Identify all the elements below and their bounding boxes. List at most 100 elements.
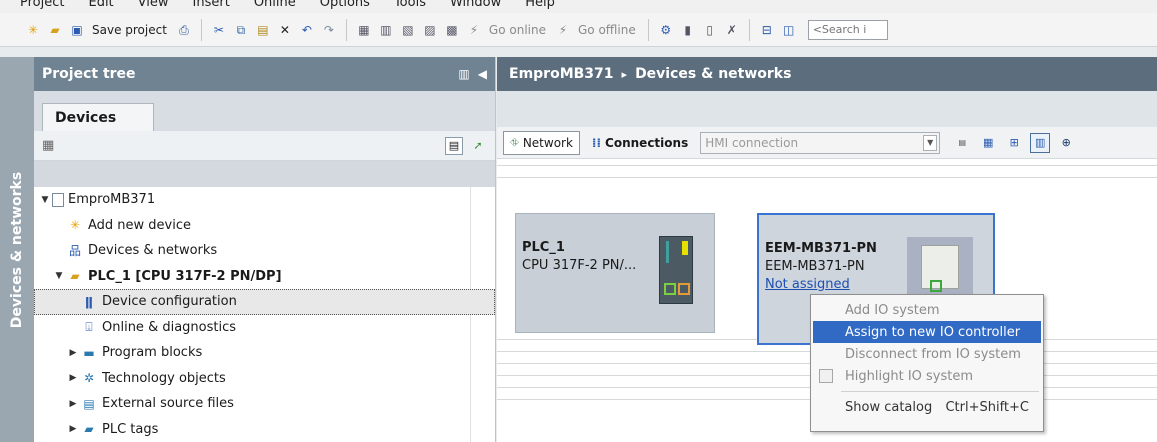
- save-icon[interactable]: ▣: [68, 21, 86, 39]
- menu-help[interactable]: Help: [525, 0, 555, 13]
- grid-view-icon[interactable]: ⊞: [1004, 133, 1024, 153]
- menu-item-disconnect-io-system[interactable]: Disconnect from IO system: [811, 343, 1043, 365]
- runtime-icon[interactable]: ▩: [443, 21, 461, 39]
- split-horizontal-icon[interactable]: ⊟: [758, 21, 776, 39]
- checkbox[interactable]: [819, 369, 833, 383]
- source-files-icon: ▤: [83, 396, 95, 411]
- menu-insert[interactable]: Insert: [193, 0, 230, 13]
- start-cpu-icon[interactable]: ▮: [679, 21, 697, 39]
- search-input[interactable]: [807, 19, 888, 40]
- device-type: EEM-MB371-PN: [765, 259, 865, 274]
- project-tree-tabs: Devices: [34, 91, 495, 131]
- menu-options[interactable]: Options: [320, 0, 370, 13]
- download-icon[interactable]: ▥: [377, 21, 395, 39]
- menu-online[interactable]: Online: [254, 0, 296, 13]
- toolbar-separator: [200, 18, 202, 41]
- undo-icon[interactable]: ↶: [298, 21, 316, 39]
- menu-item-add-io-system[interactable]: Add IO system: [811, 299, 1043, 321]
- menu-item-show-catalog[interactable]: Show catalog Ctrl+Shift+C: [811, 396, 1043, 418]
- simulation-icon[interactable]: ▨: [421, 21, 439, 39]
- menu-item-assign-new-io-controller[interactable]: Assign to new IO controller: [813, 321, 1041, 343]
- split-vertical-icon[interactable]: ◫: [780, 21, 798, 39]
- plc-folder-icon: ▰: [70, 269, 80, 284]
- go-offline-button[interactable]: Go offline: [578, 23, 636, 37]
- new-project-icon[interactable]: ✳: [24, 21, 42, 39]
- print-icon[interactable]: ⎙: [175, 21, 193, 39]
- network-overview-icon[interactable]: ▦: [978, 133, 998, 153]
- upload-icon[interactable]: ▧: [399, 21, 417, 39]
- tree-item-program-blocks[interactable]: ▶ ▬ Program blocks: [34, 340, 495, 366]
- toolbar-separator: [647, 18, 649, 41]
- go-online-button[interactable]: Go online: [489, 23, 546, 37]
- menu-tools[interactable]: Tools: [394, 0, 426, 13]
- chevron-down-icon[interactable]: ▼: [923, 134, 938, 151]
- menu-separator: [841, 391, 1039, 392]
- tree-item-devices-networks[interactable]: 品 Devices & networks: [34, 238, 495, 264]
- device-config-icon: ǁ: [85, 294, 93, 309]
- tree-item-add-new-device[interactable]: ✳ Add new device: [34, 213, 495, 239]
- device-name: PLC_1: [522, 240, 565, 255]
- collapsed-arrow-icon[interactable]: ▶: [66, 348, 80, 358]
- tree-item-plc1[interactable]: ▼ ▰ PLC_1 [CPU 317F-2 PN/DP]: [34, 264, 495, 290]
- zoom-in-icon[interactable]: ⊕: [1056, 133, 1076, 153]
- connection-type-select[interactable]: HMI connection ▼: [700, 131, 941, 154]
- connections-button[interactable]: ⁞⁞ Connections: [586, 131, 694, 155]
- diagnostics-icon: ⍗: [85, 319, 93, 334]
- project-tree-title: Project tree: [42, 66, 136, 82]
- menu-window[interactable]: Window: [450, 0, 501, 13]
- open-project-icon[interactable]: ▰: [46, 21, 64, 39]
- stop-cpu-icon[interactable]: ▯: [701, 21, 719, 39]
- breadcrumb-project[interactable]: EmproMB371: [509, 66, 614, 82]
- show-names-icon[interactable]: ▤: [952, 133, 972, 153]
- tree-item-external-source-files[interactable]: ▶ ▤ External source files: [34, 391, 495, 417]
- tab-devices[interactable]: Devices: [42, 103, 154, 131]
- device-name: EEM-MB371-PN: [765, 241, 877, 256]
- editor-header-band: [497, 91, 1157, 127]
- menu-item-highlight-io-system[interactable]: Highlight IO system: [811, 365, 1043, 387]
- accessible-devices-icon[interactable]: ⚙: [657, 21, 675, 39]
- menu-project[interactable]: Project: [20, 0, 64, 13]
- expanded-arrow-icon[interactable]: ▼: [38, 195, 52, 205]
- not-assigned-link[interactable]: Not assigned: [765, 277, 850, 292]
- tree-item-project[interactable]: ▼ EmproMB371: [34, 187, 495, 213]
- tree-item-label: PLC_1 [CPU 317F-2 PN/DP]: [88, 268, 282, 284]
- devices-networks-vertical-tab[interactable]: Devices & networks: [0, 57, 34, 442]
- collapsed-arrow-icon[interactable]: ▶: [66, 424, 80, 434]
- overview-icon[interactable]: ▦: [42, 138, 54, 153]
- network-button-label: Network: [522, 135, 573, 150]
- collapsed-arrow-icon[interactable]: ▶: [66, 373, 80, 383]
- table-view-icon[interactable]: ▥: [1030, 132, 1051, 153]
- collapse-panel-icon[interactable]: ◀: [478, 67, 487, 81]
- cut-icon[interactable]: ✂: [210, 21, 228, 39]
- tree-list: ▼ EmproMB371 ✳ Add new device 品 Devices …: [34, 187, 495, 442]
- add-to-view-icon[interactable]: ➚: [469, 137, 487, 155]
- go-online-icon[interactable]: ⚡: [465, 21, 483, 39]
- plc-tags-icon: ▰: [84, 422, 94, 437]
- breadcrumb-view: Devices & networks: [635, 66, 792, 82]
- network-view-button[interactable]: ⛗ Network: [503, 130, 580, 155]
- project-tree-panel: Project tree ▥ ◀ Devices ▦ ▤ ➚ ▼ EmproMB…: [34, 57, 496, 442]
- toolbar-separator: [345, 18, 347, 41]
- redo-icon[interactable]: ↷: [320, 21, 338, 39]
- device-plc1[interactable]: PLC_1 CPU 317F-2 PN/...: [515, 213, 715, 333]
- expanded-arrow-icon[interactable]: ▼: [52, 271, 66, 281]
- copy-icon[interactable]: ⧉: [232, 21, 250, 39]
- tree-item-online-diagnostics[interactable]: ⍗ Online & diagnostics: [34, 315, 495, 341]
- compile-icon[interactable]: ▦: [355, 21, 373, 39]
- tree-item-technology-objects[interactable]: ▶ ✲ Technology objects: [34, 366, 495, 392]
- paste-icon[interactable]: ▤: [254, 21, 272, 39]
- toolbar-separator: [748, 18, 750, 41]
- menu-view[interactable]: View: [138, 0, 169, 13]
- pin-panel-icon[interactable]: ▥: [458, 67, 469, 81]
- go-offline-icon[interactable]: ⚡: [554, 21, 572, 39]
- tree-item-device-configuration[interactable]: ǁ Device configuration: [34, 289, 495, 315]
- cross-reference-icon[interactable]: ✗: [723, 21, 741, 39]
- save-project-button[interactable]: Save project: [92, 23, 167, 37]
- collapsed-arrow-icon[interactable]: ▶: [66, 399, 80, 409]
- menu-edit[interactable]: Edit: [88, 0, 113, 13]
- context-menu: Add IO system Assign to new IO controlle…: [810, 294, 1044, 432]
- tree-item-label: Devices & networks: [88, 243, 218, 259]
- tree-item-plc-tags[interactable]: ▶ ▰ PLC tags: [34, 417, 495, 442]
- delete-icon[interactable]: ✕: [276, 21, 294, 39]
- details-view-icon[interactable]: ▤: [445, 136, 463, 155]
